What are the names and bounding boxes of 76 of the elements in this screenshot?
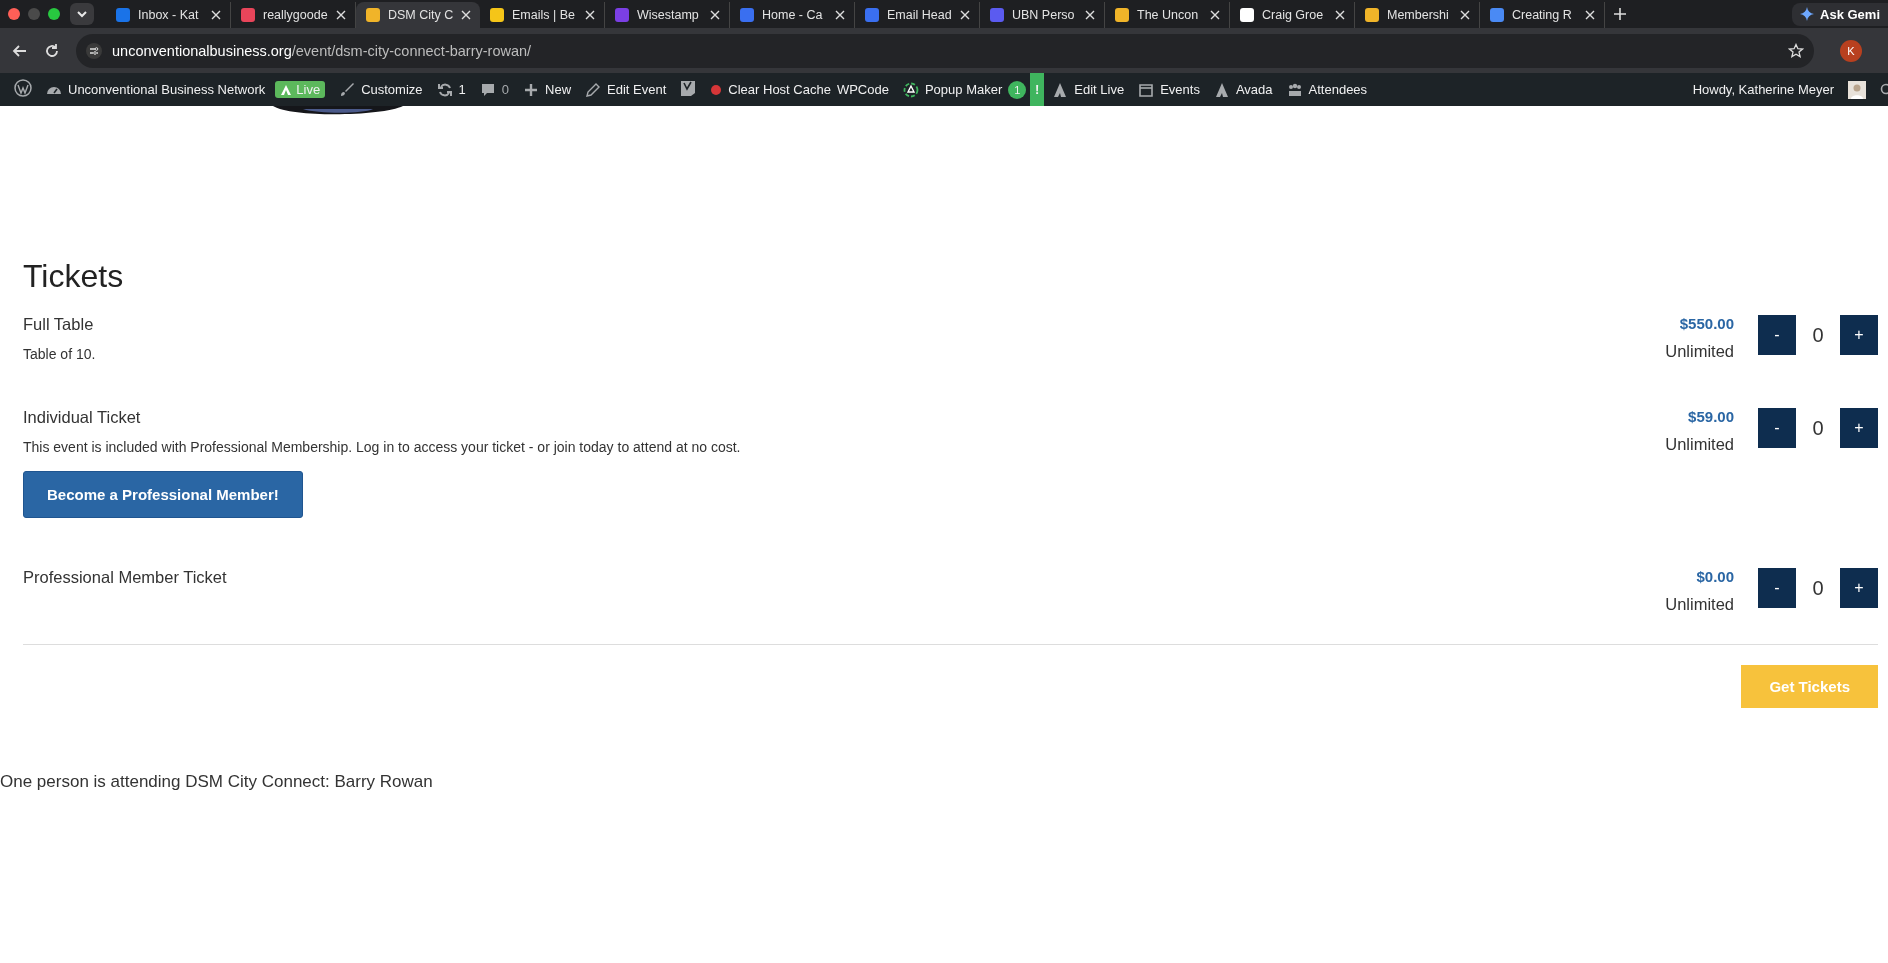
- reload-icon[interactable]: [44, 42, 60, 59]
- ticket-description: This event is included with Professional Membership. Log in to access your ticket - or join today to attend at no cost.: [23, 439, 742, 455]
- ticket-description: Table of 10.: [23, 346, 97, 362]
- ticket-name: Professional Member Ticket: [23, 568, 228, 587]
- close-icon[interactable]: [835, 10, 845, 20]
- quantity-value: 0: [1811, 576, 1825, 600]
- admin-bar-link[interactable]: Popup Maker: [924, 82, 1003, 97]
- triangle-icon: [1213, 81, 1230, 98]
- close-icon[interactable]: [585, 10, 595, 20]
- admin-bar-link[interactable]: 1: [458, 82, 466, 97]
- brush-icon: [339, 81, 356, 98]
- section-heading: Tickets: [23, 258, 125, 295]
- ticket-name: Full Table: [23, 315, 95, 334]
- gemini-button[interactable]: Ask Gemi: [1792, 2, 1888, 26]
- bookmark-star-icon[interactable]: [1788, 42, 1804, 59]
- plus-icon[interactable]: [1613, 7, 1627, 21]
- comment-icon: [479, 81, 496, 98]
- increment-button[interactable]: +: [1840, 408, 1878, 448]
- site-settings-icon[interactable]: [86, 42, 102, 59]
- close-icon[interactable]: [1085, 10, 1095, 20]
- admin-bar-link[interactable]: Clear Host Cache: [728, 82, 831, 97]
- close-icon[interactable]: [960, 10, 970, 20]
- attendance-text: One person is attending DSM City Connect: Barry Rowan: [0, 772, 434, 792]
- wordpress-logo-icon[interactable]: [14, 79, 32, 100]
- admin-bar-link[interactable]: Attendees: [1308, 82, 1368, 97]
- admin-bar-link[interactable]: WPCode: [836, 82, 889, 97]
- close-icon[interactable]: [211, 10, 221, 20]
- admin-bar-link[interactable]: Unconventional Business Network: [68, 82, 266, 97]
- increment-button[interactable]: +: [1840, 568, 1878, 608]
- decrement-button[interactable]: -: [1758, 315, 1796, 355]
- ring-icon: [902, 81, 919, 98]
- increment-button[interactable]: +: [1840, 315, 1878, 355]
- status-dot-icon: [710, 83, 723, 96]
- close-icon[interactable]: [1460, 10, 1470, 20]
- membership-button[interactable]: Become a Professional Member!: [23, 471, 303, 518]
- ticket-price: $59.00: [1687, 408, 1734, 425]
- triangle-icon: [1052, 81, 1069, 98]
- comment-count[interactable]: 0: [501, 82, 510, 97]
- people-icon: [1286, 81, 1303, 98]
- browser-tab[interactable]: DSM City C: [356, 2, 480, 28]
- close-icon[interactable]: [710, 10, 720, 20]
- admin-bar-link[interactable]: Edit Live: [1074, 82, 1125, 97]
- user-avatar[interactable]: [1848, 80, 1866, 99]
- ticket-price: $550.00: [1678, 315, 1734, 332]
- count-badge: 1: [1008, 80, 1027, 99]
- profile-avatar[interactable]: K: [1840, 39, 1862, 62]
- admin-bar-link[interactable]: Edit Event: [607, 82, 667, 97]
- close-icon[interactable]: [1585, 10, 1595, 20]
- calendar-icon: [1138, 81, 1155, 98]
- admin-bar-link[interactable]: Avada: [1235, 82, 1273, 97]
- plus-icon: [523, 81, 540, 98]
- availability-label: Unlimited: [1664, 435, 1734, 454]
- admin-bar-link[interactable]: Customize: [361, 82, 423, 97]
- close-icon[interactable]: [336, 10, 346, 20]
- availability-label: Unlimited: [1664, 342, 1734, 361]
- close-icon[interactable]: [1335, 10, 1345, 20]
- quantity-value: 0: [1811, 416, 1825, 440]
- close-icon[interactable]: [461, 10, 471, 20]
- user-greeting[interactable]: Howdy, Katherine Meyer: [1692, 82, 1834, 97]
- decrement-button[interactable]: -: [1758, 408, 1796, 448]
- pencil-icon: [585, 81, 602, 98]
- back-icon[interactable]: [12, 42, 28, 59]
- sparkle-icon: [1800, 7, 1814, 21]
- refresh-icon: [436, 81, 453, 98]
- admin-bar-link[interactable]: New: [545, 82, 572, 97]
- decrement-button[interactable]: -: [1758, 568, 1796, 608]
- close-icon[interactable]: [1210, 10, 1220, 20]
- ticket-price: $0.00: [1695, 568, 1734, 585]
- availability-label: Unlimited: [1664, 595, 1734, 614]
- ticket-name: Individual Ticket: [23, 408, 142, 427]
- caret-icon: [76, 8, 88, 20]
- admin-bar-link[interactable]: Events: [1160, 82, 1200, 97]
- quantity-value: 0: [1811, 323, 1825, 347]
- tab-search-button[interactable]: [70, 3, 94, 25]
- window-controls-drawing[interactable]: [8, 8, 60, 20]
- address-field[interactable]: unconventionalbusiness.org/event/dsm-city-connect-barry-rowan/: [76, 33, 1814, 68]
